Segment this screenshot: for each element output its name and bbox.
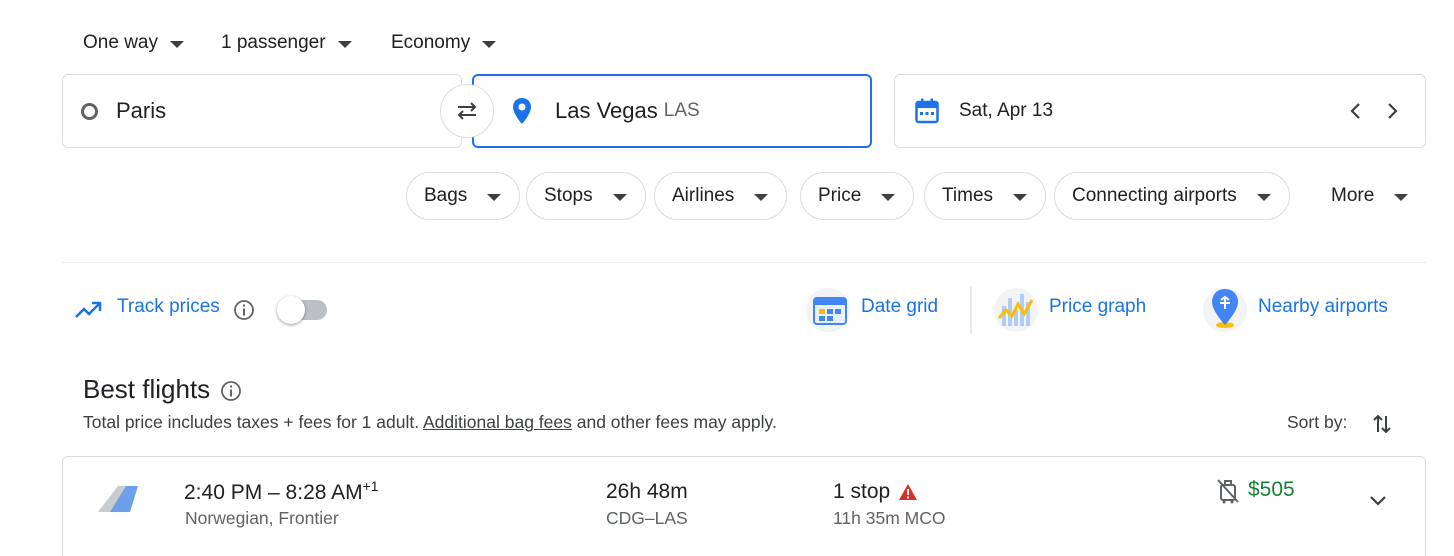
nearby-airports-icon[interactable] [1208, 287, 1242, 331]
departure-date-value: Sat, Apr 13 [959, 100, 1054, 121]
price-note-text: Total price includes taxes + fees for 1 … [83, 412, 423, 432]
day-offset: +1 [362, 478, 379, 494]
flight-price: $505 [1248, 478, 1295, 501]
toggle-knob[interactable] [277, 296, 305, 324]
caret-down-icon [487, 193, 502, 201]
track-prices-label[interactable]: Track prices [117, 296, 220, 318]
destination-input[interactable]: Las Vegas LAS [472, 74, 872, 148]
chevron-right-icon[interactable] [1385, 101, 1399, 121]
date-grid-button[interactable]: Date grid [861, 296, 938, 318]
trip-type-label: One way [83, 32, 158, 53]
location-pin-icon [513, 98, 531, 124]
filter-connecting-label: Connecting airports [1072, 185, 1237, 206]
caret-down-icon [482, 40, 497, 48]
caret-down-icon [337, 40, 352, 48]
destination-code: LAS [663, 100, 700, 121]
flight-times: 2:40 PM – 8:28 AM+1 [184, 478, 379, 505]
filter-price[interactable]: Price [800, 172, 915, 220]
price-graph-button[interactable]: Price graph [1049, 296, 1146, 318]
calendar-icon [915, 98, 939, 124]
filter-more[interactable]: More [1331, 172, 1409, 220]
best-flights-heading: Best flights [83, 374, 242, 405]
date-grid-icon[interactable] [812, 294, 848, 326]
warning-icon [899, 484, 918, 500]
filter-price-label: Price [818, 185, 862, 206]
filter-airlines-label: Airlines [672, 185, 735, 206]
caret-down-icon [612, 193, 627, 201]
bag-fees-link[interactable]: Additional bag fees [423, 412, 572, 432]
flight-time-range: 2:40 PM – 8:28 AM [184, 481, 363, 504]
filter-bags[interactable]: Bags [406, 172, 521, 220]
cabin-class-label: Economy [391, 32, 471, 53]
filter-times[interactable]: Times [924, 172, 1047, 220]
price-note-text-end: and other fees may apply. [571, 412, 777, 432]
expand-chevron-icon[interactable] [1368, 494, 1388, 508]
caret-down-icon [754, 193, 769, 201]
nearby-airports-button[interactable]: Nearby airports [1258, 296, 1388, 318]
flight-result-card[interactable] [62, 456, 1426, 556]
flight-layover: 11h 35m MCO [833, 508, 946, 528]
filter-stops[interactable]: Stops [526, 172, 646, 220]
sort-by-label: Sort by: [1287, 412, 1348, 432]
airline-logo-icon [98, 486, 138, 512]
flight-airlines: Norwegian, Frontier [185, 508, 339, 528]
passengers-label: 1 passenger [221, 32, 326, 53]
filter-times-label: Times [942, 185, 994, 206]
origin-value: Paris [116, 98, 167, 123]
caret-down-icon [881, 193, 896, 201]
no-carry-on-bag-icon [1217, 479, 1239, 504]
info-icon[interactable] [220, 380, 242, 402]
origin-input[interactable]: Paris [62, 74, 462, 148]
sort-icon[interactable] [1372, 412, 1392, 436]
swap-button[interactable] [440, 84, 494, 138]
filter-connecting-airports[interactable]: Connecting airports [1054, 172, 1290, 220]
trending-up-icon [75, 301, 102, 318]
passengers-select[interactable]: 1 passenger [221, 28, 352, 58]
info-icon[interactable] [233, 299, 255, 321]
trip-type-select[interactable]: One way [83, 28, 184, 58]
cabin-class-select[interactable]: Economy [391, 28, 497, 58]
filter-stops-label: Stops [544, 185, 593, 206]
destination-value: Las Vegas [555, 98, 658, 123]
chevron-left-icon[interactable] [1349, 101, 1363, 121]
flight-stops-label: 1 stop [833, 480, 891, 503]
caret-down-icon [1256, 193, 1271, 201]
caret-down-icon [1394, 193, 1409, 201]
caret-down-icon [1013, 193, 1028, 201]
divider [62, 262, 1426, 263]
flight-duration: 26h 48m [606, 480, 688, 503]
flight-route: CDG–LAS [606, 508, 688, 528]
filter-more-label: More [1331, 185, 1375, 206]
best-flights-title: Best flights [83, 374, 211, 404]
price-graph-icon[interactable] [996, 290, 1036, 330]
departure-date-input[interactable]: Sat, Apr 13 [894, 74, 1426, 148]
origin-circle-icon [81, 102, 98, 120]
price-note: Total price includes taxes + fees for 1 … [83, 412, 777, 433]
swap-arrows-icon [457, 102, 477, 120]
filter-bags-label: Bags [424, 185, 468, 206]
caret-down-icon [169, 40, 184, 48]
filter-airlines[interactable]: Airlines [654, 172, 788, 220]
vertical-divider [970, 286, 972, 334]
flight-stops: 1 stop [833, 480, 918, 504]
